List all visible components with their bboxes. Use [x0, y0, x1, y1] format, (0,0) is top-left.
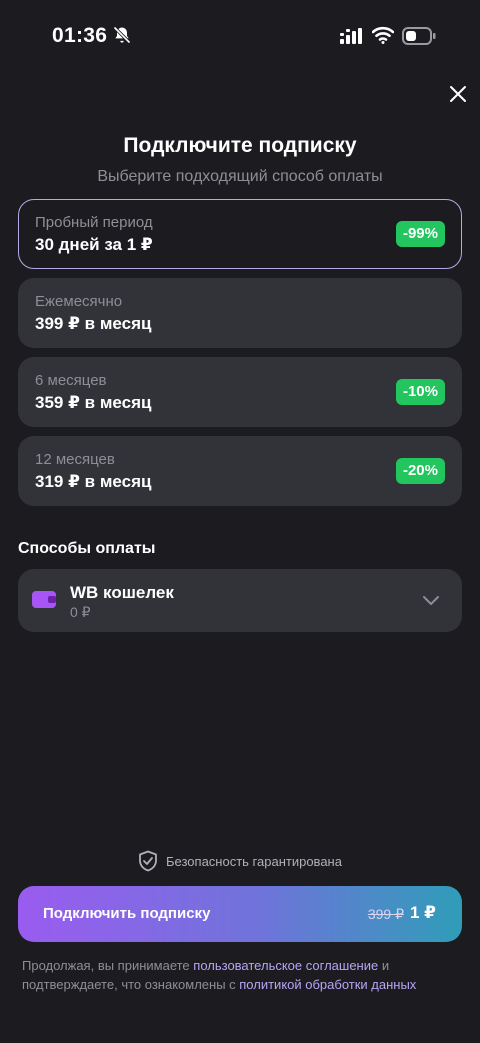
shield-check-icon	[139, 850, 157, 872]
subscribe-button[interactable]: Подключить подписку 399 ₽ 1 ₽	[18, 886, 462, 942]
payment-method-name: WB кошелек	[70, 583, 174, 602]
discount-badge: -20%	[395, 458, 445, 484]
plan-name: 12 месяцев	[35, 451, 115, 468]
plan-price: 319 ₽ в месяц	[35, 472, 152, 491]
status-bar: 01:36	[0, 22, 480, 50]
payment-method-select[interactable]: WB кошелек 0 ₽	[18, 569, 462, 632]
old-price: 399 ₽	[367, 906, 404, 922]
plan-trial[interactable]: Пробный период 30 дней за 1 ₽ -99%	[18, 199, 462, 269]
current-price: 1 ₽	[409, 903, 436, 922]
chevron-down-icon	[423, 596, 439, 605]
close-icon[interactable]	[446, 82, 470, 106]
plan-name: 6 месяцев	[35, 372, 107, 389]
battery-icon	[402, 27, 436, 45]
security-text: Безопасность гарантирована	[166, 853, 342, 869]
bell-off-icon	[113, 26, 131, 44]
plan-monthly[interactable]: Ежемесячно 399 ₽ в месяц	[18, 278, 462, 348]
signal-icon	[340, 28, 362, 44]
plan-12-months[interactable]: 12 месяцев 319 ₽ в месяц -20%	[18, 436, 462, 506]
plan-6-months[interactable]: 6 месяцев 359 ₽ в месяц -10%	[18, 357, 462, 427]
plan-name: Ежемесячно	[35, 293, 123, 310]
plan-price: 359 ₽ в месяц	[35, 393, 152, 412]
discount-badge: -99%	[395, 221, 445, 247]
status-time: 01:36	[52, 24, 108, 47]
plan-name: Пробный период	[35, 214, 153, 231]
subscribe-button-label: Подключить подписку	[43, 905, 211, 922]
security-note: Безопасность гарантирована	[0, 850, 480, 877]
page-title: Подключите подписку	[123, 134, 357, 157]
plan-price: 30 дней за 1 ₽	[35, 235, 153, 254]
wallet-icon	[32, 591, 56, 608]
page-subtitle: Выберите подходящий способ оплаты	[97, 168, 383, 185]
privacy-policy-link[interactable]: политикой обработки данных	[239, 977, 416, 992]
legal-text-part: Продолжая, вы принимаете	[22, 958, 194, 973]
user-agreement-link[interactable]: пользовательское соглашение	[193, 958, 378, 973]
wifi-icon	[372, 26, 394, 44]
plan-price: 399 ₽ в месяц	[35, 314, 152, 333]
legal-text: Продолжая, вы принимаете пользовательско…	[22, 956, 466, 994]
payment-balance: 0 ₽	[70, 604, 91, 620]
payment-section-title: Способы оплаты	[18, 540, 156, 557]
discount-badge: -10%	[395, 379, 445, 405]
subscription-screen: 01:36 Подключите подписку Выберите подхо…	[0, 0, 480, 1043]
